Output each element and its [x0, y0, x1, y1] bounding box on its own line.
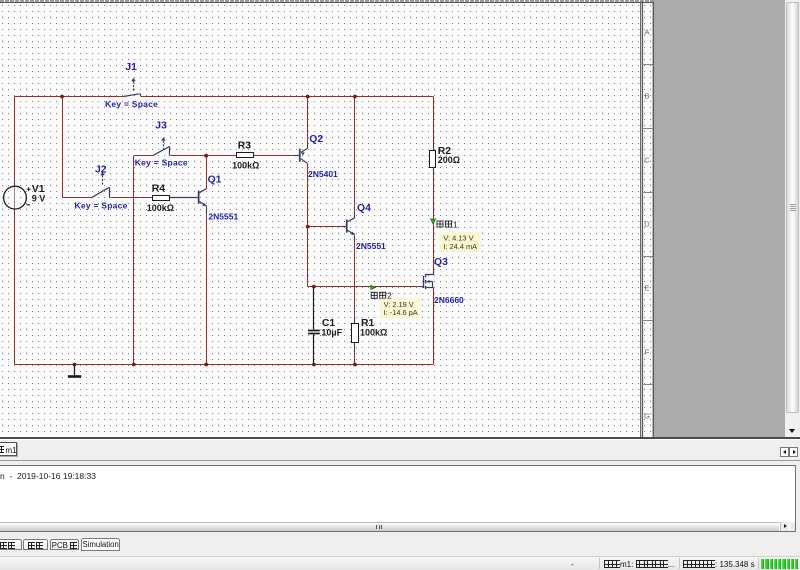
svg-text:Key = Space: Key = Space [135, 158, 188, 168]
svg-text:A: A [644, 28, 649, 37]
svg-text:J1: J1 [125, 62, 137, 73]
svg-text:2N5401: 2N5401 [308, 169, 338, 179]
svg-text:I: 24.4 mA: I: 24.4 mA [443, 242, 477, 251]
svg-text:C: C [644, 156, 650, 165]
svg-text:100kΩ: 100kΩ [147, 203, 174, 213]
svg-text:F: F [645, 348, 650, 357]
svg-text:D: D [644, 220, 650, 229]
svg-text:10µF: 10µF [321, 328, 342, 338]
svg-text:100kΩ: 100kΩ [360, 327, 387, 337]
svg-text:J2: J2 [95, 165, 107, 176]
svg-text:R4: R4 [152, 183, 166, 194]
svg-text:Q3: Q3 [434, 257, 448, 268]
svg-text:Q4: Q4 [357, 203, 371, 214]
svg-text:Key = Space: Key = Space [75, 201, 128, 211]
svg-text:R3: R3 [238, 141, 252, 152]
svg-text:2N5551: 2N5551 [208, 212, 238, 222]
svg-text:G: G [644, 412, 650, 421]
svg-text:Q1: Q1 [208, 175, 222, 186]
svg-text:B: B [644, 92, 649, 101]
svg-text:I: -14.6 pA: I: -14.6 pA [384, 308, 418, 317]
svg-text:2N6660: 2N6660 [434, 295, 464, 305]
svg-text:Key = Space: Key = Space [105, 99, 158, 109]
svg-text:2N5551: 2N5551 [356, 241, 386, 251]
svg-text:1: 1 [453, 220, 458, 229]
svg-text:J3: J3 [155, 121, 167, 132]
svg-text:200Ω: 200Ω [438, 155, 460, 165]
svg-text:E: E [644, 284, 649, 293]
svg-text:100kΩ: 100kΩ [232, 160, 259, 170]
svg-text:Q2: Q2 [309, 134, 323, 145]
svg-text:9 V: 9 V [32, 194, 46, 204]
